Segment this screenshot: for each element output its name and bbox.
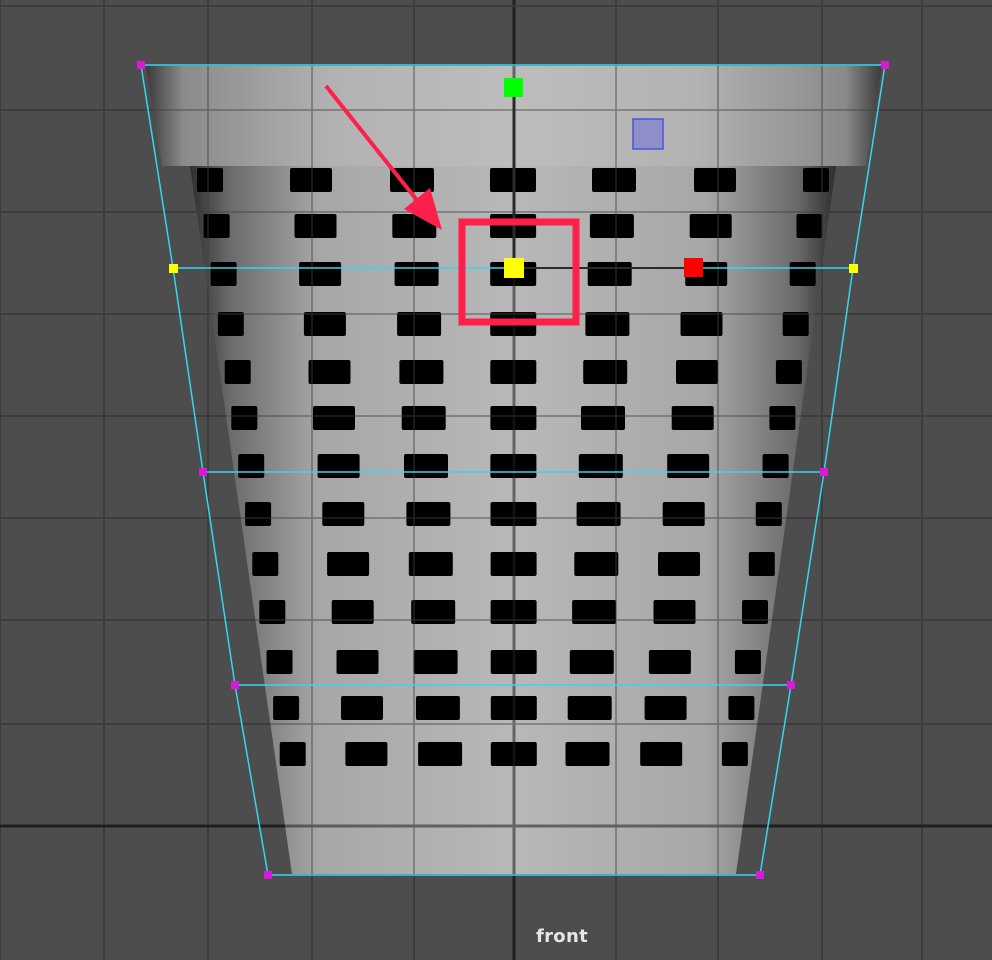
basket-hole [648, 650, 691, 674]
basket-hole [592, 168, 636, 192]
basket-hole [327, 552, 370, 576]
basket-hole [294, 214, 337, 238]
basket-hole [734, 650, 761, 674]
basket-hole [408, 552, 453, 576]
basket-hole [782, 312, 809, 336]
basket-hole [589, 214, 634, 238]
basket-hole [279, 742, 306, 766]
basket-hole [581, 406, 625, 430]
basket-hole [680, 312, 723, 336]
basket-hole [341, 696, 383, 720]
manipulator-plane-handle[interactable] [632, 118, 664, 150]
basket-hole [721, 742, 748, 766]
lattice-point-top-right[interactable] [881, 61, 889, 69]
basket-hole [644, 696, 687, 720]
viewport-canvas[interactable] [0, 0, 992, 960]
basket-hole [308, 360, 351, 384]
lattice-point-row4-right[interactable] [787, 681, 795, 689]
basket-hole [576, 502, 621, 526]
basket-hole [413, 650, 458, 674]
basket-hole [404, 454, 448, 478]
basket-hole [217, 312, 244, 336]
basket-hole [406, 502, 451, 526]
basket-hole [587, 262, 632, 286]
basket-hole [336, 650, 379, 674]
lattice-point-bottom-right[interactable] [756, 871, 764, 879]
basket-hole [803, 168, 829, 192]
basket-hole [667, 454, 710, 478]
basket-hole [796, 214, 823, 238]
basket-hole [694, 168, 736, 192]
basket-hole [317, 454, 360, 478]
lattice-point-row4-left[interactable] [231, 681, 239, 689]
basket-hole [755, 502, 782, 526]
basket-hole [676, 360, 718, 384]
basket-hole [569, 650, 614, 674]
lattice-point-bottom-left[interactable] [264, 871, 272, 879]
basket-hole [640, 742, 683, 766]
basket-hole [210, 262, 237, 286]
manipulator-center-handle[interactable] [504, 258, 524, 278]
basket-hole [574, 552, 619, 576]
basket-hole [345, 742, 388, 766]
basket-hole [567, 696, 612, 720]
basket-hole [394, 262, 439, 286]
lattice-point-row3-right[interactable] [820, 468, 828, 476]
lattice-point-top-left[interactable] [137, 61, 145, 69]
basket-hole [238, 454, 265, 478]
front-viewport[interactable]: front [0, 0, 992, 960]
basket-hole [290, 168, 332, 192]
basket-hole [266, 650, 293, 674]
basket-hole [322, 502, 365, 526]
basket-hole [583, 360, 628, 384]
basket-hole [303, 312, 346, 336]
basket-hole [585, 312, 630, 336]
basket-hole [748, 552, 775, 576]
manipulator-x-handle[interactable] [684, 258, 703, 277]
basket-hole [689, 214, 732, 238]
basket-hole [299, 262, 342, 286]
basket-hole [671, 406, 714, 430]
basket-hole [789, 262, 816, 286]
basket-hole [252, 552, 279, 576]
basket-hole [662, 502, 705, 526]
basket-hole [245, 502, 272, 526]
basket-hole [775, 360, 802, 384]
camera-name-label: front [536, 926, 588, 947]
lattice-point-row2-left[interactable] [169, 264, 178, 273]
basket-hole [728, 696, 755, 720]
basket-hole [397, 312, 442, 336]
lattice-point-row2-right[interactable] [849, 264, 858, 273]
basket-hole [762, 454, 789, 478]
basket-hole [197, 168, 223, 192]
basket-hole [313, 406, 355, 430]
basket-hole [399, 360, 444, 384]
basket-hole [565, 742, 610, 766]
basket-hole [401, 406, 446, 430]
lattice-point-row3-left[interactable] [199, 468, 207, 476]
basket-hole [415, 696, 460, 720]
basket-hole [224, 360, 251, 384]
basket-hole [658, 552, 700, 576]
basket-hole [273, 696, 300, 720]
basket-hole [231, 406, 258, 430]
manipulator-y-handle[interactable] [504, 78, 523, 97]
basket-hole [769, 406, 796, 430]
basket-hole [418, 742, 463, 766]
